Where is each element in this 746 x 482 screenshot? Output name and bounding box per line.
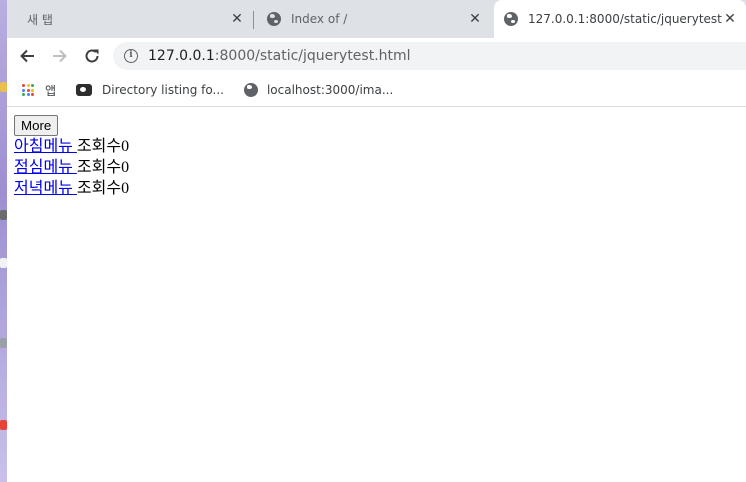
views-label: 조회수 bbox=[76, 180, 122, 197]
desktop-icon bbox=[0, 82, 7, 92]
bookmark-label: localhost:3000/ima... bbox=[266, 83, 394, 97]
more-button[interactable]: More bbox=[14, 115, 59, 136]
menu-item: 저녁메뉴 조회수0 bbox=[14, 178, 746, 199]
desktop-icon bbox=[0, 258, 7, 268]
globe-icon bbox=[504, 12, 518, 26]
back-button[interactable] bbox=[13, 42, 41, 70]
close-icon[interactable]: ✕ bbox=[229, 11, 245, 27]
globe-icon bbox=[243, 83, 258, 97]
forward-button[interactable] bbox=[46, 42, 74, 70]
bookmark-localhost[interactable]: localhost:3000/ima... bbox=[243, 83, 394, 97]
desktop-icon bbox=[0, 210, 7, 220]
menu-link-dinner[interactable]: 저녁메뉴 bbox=[14, 180, 77, 197]
views-count: 0 bbox=[121, 180, 130, 197]
views-count: 0 bbox=[121, 138, 130, 155]
desktop-background bbox=[0, 0, 7, 482]
bookmarks-bar: 앱 Directory listing fo... localhost:3000… bbox=[7, 74, 746, 106]
info-icon[interactable]: i bbox=[124, 49, 138, 63]
url-text: 127.0.0.1:8000/static/jquerytest.html bbox=[148, 48, 411, 64]
bookmark-label: 앱 bbox=[45, 83, 57, 98]
tab-title: 새 탭 bbox=[27, 12, 53, 27]
toolbar: i 127.0.0.1:8000/static/jquerytest.html bbox=[7, 38, 746, 74]
tab-jquerytest[interactable]: 127.0.0.1:8000/static/jquerytest.h ✕ bbox=[494, 0, 746, 38]
site-icon bbox=[76, 84, 93, 96]
forward-arrow-icon bbox=[53, 49, 67, 63]
close-icon[interactable]: ✕ bbox=[722, 11, 738, 27]
tab-separator bbox=[253, 11, 254, 29]
url-path: :8000/static/jquerytest.html bbox=[214, 48, 411, 64]
tab-index-of[interactable]: Index of / ✕ bbox=[259, 0, 491, 38]
browser-chrome: 새 탭 ✕ Index of / ✕ 127.0.0.1:8000/static… bbox=[7, 0, 746, 107]
bookmark-apps[interactable]: 앱 bbox=[22, 82, 56, 99]
tab-title: Index of / bbox=[291, 12, 348, 26]
tab-new-tab[interactable]: 새 탭 ✕ bbox=[17, 0, 253, 38]
reload-icon bbox=[85, 49, 99, 63]
url-host: 127.0.0.1 bbox=[148, 48, 215, 64]
address-bar[interactable]: i 127.0.0.1:8000/static/jquerytest.html bbox=[113, 42, 746, 70]
bookmark-directory-listing[interactable]: Directory listing fo... bbox=[76, 83, 224, 97]
back-arrow-icon bbox=[20, 49, 34, 63]
reload-button[interactable] bbox=[78, 42, 106, 70]
views-label: 조회수 bbox=[76, 138, 122, 155]
desktop-icon bbox=[0, 338, 7, 348]
tab-strip: 새 탭 ✕ Index of / ✕ 127.0.0.1:8000/static… bbox=[7, 0, 746, 38]
menu-item: 점심메뉴 조회수0 bbox=[14, 157, 746, 178]
globe-icon bbox=[267, 12, 281, 26]
close-icon[interactable]: ✕ bbox=[467, 11, 483, 27]
bookmark-label: Directory listing fo... bbox=[102, 83, 224, 97]
views-count: 0 bbox=[121, 159, 130, 176]
menu-link-breakfast[interactable]: 아침메뉴 bbox=[14, 138, 77, 155]
views-label: 조회수 bbox=[76, 159, 122, 176]
page-content: More 아침메뉴 조회수0 점심메뉴 조회수0 저녁메뉴 조회수0 bbox=[7, 107, 746, 482]
apps-icon bbox=[22, 84, 34, 96]
menu-item: 아침메뉴 조회수0 bbox=[14, 136, 746, 157]
menu-link-lunch[interactable]: 점심메뉴 bbox=[14, 159, 77, 176]
tab-title: 127.0.0.1:8000/static/jquerytest.h bbox=[528, 12, 722, 26]
desktop-icon bbox=[0, 420, 7, 430]
